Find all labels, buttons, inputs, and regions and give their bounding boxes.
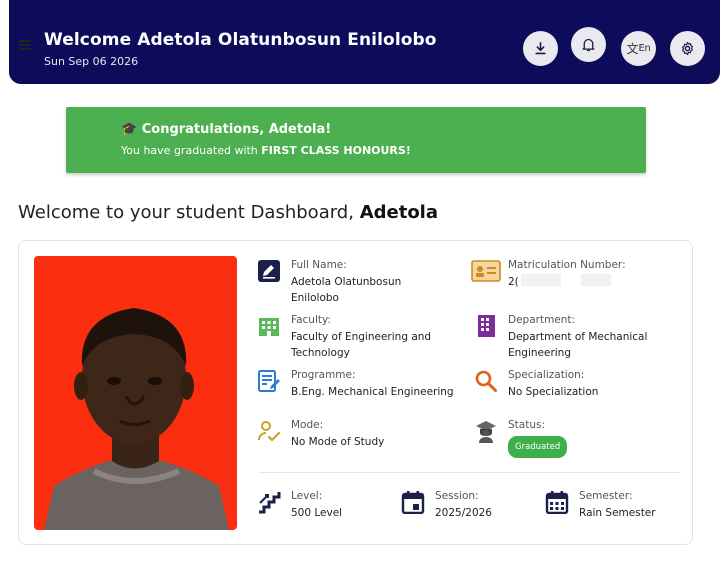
level-label: Level: (291, 490, 323, 502)
semester-value: Rain Semester (579, 507, 656, 519)
mode-value: No Mode of Study (291, 436, 385, 448)
bell-icon (582, 38, 595, 52)
document-edit-icon (257, 369, 281, 393)
semester-label: Semester: (579, 490, 633, 502)
language-button[interactable]: 文 En (621, 31, 656, 66)
header-date: Sun Sep 06 2026 (44, 55, 139, 68)
student-first-name: Adetola (359, 202, 438, 223)
banner-title-line: 🎓 Congratulations, Adetola! (121, 122, 331, 137)
specialization-label: Specialization: (508, 369, 585, 381)
programme-value: B.Eng. Mechanical Engineering (291, 386, 454, 398)
department-value: Department of Mechanical Engineering (508, 331, 648, 359)
download-button[interactable] (523, 31, 558, 66)
language-label: En (638, 43, 651, 54)
search-icon (474, 369, 498, 393)
student-photo (34, 256, 237, 530)
settings-button[interactable] (670, 31, 705, 66)
specialization-value: No Specialization (508, 386, 599, 398)
session-label: Session: (435, 490, 479, 502)
header-title: Welcome Adetola Olatunbosun Enilolobo (44, 30, 437, 50)
banner-title: Congratulations, Adetola! (141, 122, 332, 137)
building-icon (257, 314, 281, 338)
faculty-label: Faculty: (291, 314, 331, 326)
graduation-cap-icon: 🎓 (121, 122, 138, 137)
graduate-icon (474, 419, 498, 443)
stairs-icon (257, 490, 281, 514)
notifications-button[interactable] (571, 27, 606, 62)
full-name-label: Full Name: (291, 259, 347, 271)
calendar-icon (545, 490, 569, 515)
user-check-icon (257, 419, 281, 443)
redacted-area (581, 274, 611, 286)
matriculation-label: Matriculation Number: (508, 259, 626, 271)
department-building-icon (474, 314, 498, 338)
programme-label: Programme: (291, 369, 356, 381)
dashboard-welcome: Welcome to your student Dashboard, Adeto… (18, 202, 438, 223)
gear-icon (682, 41, 693, 56)
calendar-event-icon (401, 490, 425, 515)
card-divider (259, 472, 679, 473)
id-card-icon (471, 259, 501, 283)
redacted-area (521, 274, 561, 286)
mode-label: Mode: (291, 419, 324, 431)
edit-icon (257, 259, 281, 283)
congratulations-banner: 🎓 Congratulations, Adetola! You have gra… (66, 107, 646, 173)
menu-icon[interactable] (19, 40, 31, 50)
full-name-value: Adetola Olatunbosun Enilolobo (291, 276, 402, 304)
banner-message: You have graduated with FIRST CLASS HONO… (121, 144, 411, 157)
banner-honours: FIRST CLASS HONOURS! (261, 144, 411, 157)
student-profile-card: Full Name: Adetola Olatunbosun Enilolobo… (18, 240, 693, 545)
department-label: Department: (508, 314, 576, 326)
faculty-value: Faculty of Engineering and Technology (291, 331, 432, 359)
translate-icon: 文 (626, 42, 639, 56)
top-header: Welcome Adetola Olatunbosun Enilolobo Su… (9, 0, 720, 84)
status-label: Status: (508, 419, 545, 431)
download-icon (535, 42, 546, 55)
status-badge: Graduated (508, 436, 568, 458)
